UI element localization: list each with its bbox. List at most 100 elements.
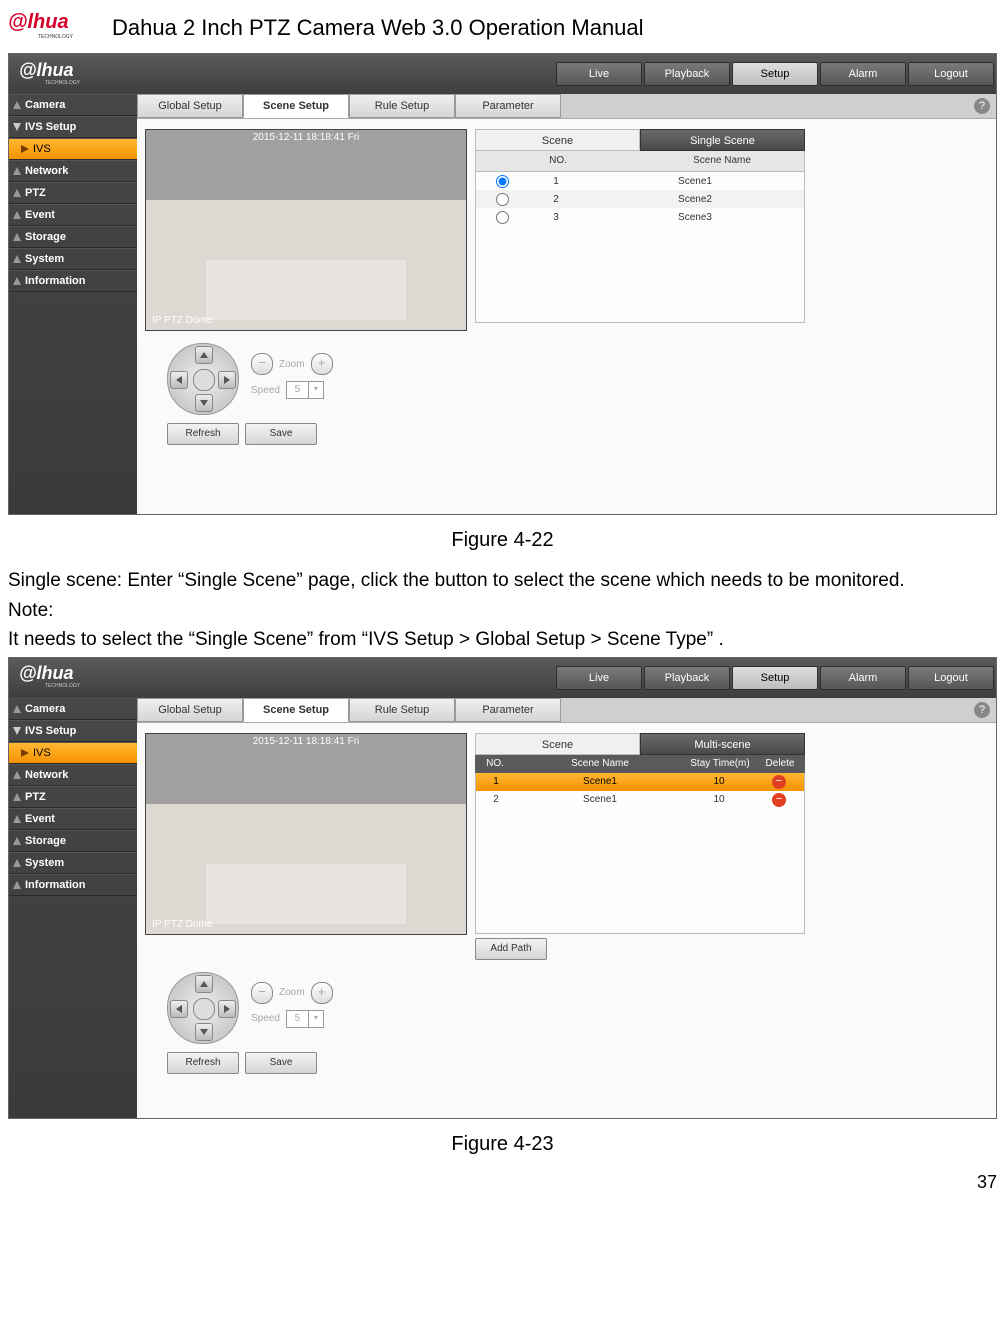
ptz-right-button[interactable] — [218, 371, 236, 389]
figure-caption-22: Figure 4-22 — [8, 529, 997, 552]
sidebar-item-event[interactable]: Event — [9, 808, 137, 830]
subtab-rule-setup[interactable]: Rule Setup — [349, 698, 455, 722]
sidebar-item-network[interactable]: Network — [9, 160, 137, 182]
zoom-out-button[interactable]: − — [251, 982, 273, 1004]
multi-scene-row[interactable]: 1 Scene1 10 − — [476, 773, 804, 791]
zoom-in-button[interactable]: + — [311, 353, 333, 375]
sidebar-item-ptz[interactable]: PTZ — [9, 786, 137, 808]
figure-caption-23: Figure 4-23 — [8, 1133, 997, 1156]
sidebar-item-ptz[interactable]: PTZ — [9, 182, 137, 204]
sidebar-label: Camera — [25, 703, 65, 715]
scene-row[interactable]: 3 Scene3 — [476, 208, 804, 226]
chevron-down-icon: ▾ — [308, 382, 323, 398]
document-header: @lhua TECHNOLOGY Dahua 2 Inch PTZ Camera… — [8, 8, 997, 47]
svg-text:@lhua: @lhua — [8, 11, 69, 33]
speed-select[interactable]: 5▾ — [286, 381, 324, 399]
subtab-parameter[interactable]: Parameter — [455, 698, 561, 722]
ptz-left-button[interactable] — [170, 371, 188, 389]
ptz-up-button[interactable] — [195, 975, 213, 993]
sidebar-item-ivs[interactable]: IVS — [9, 138, 137, 160]
sidebar-item-ivs[interactable]: IVS — [9, 742, 137, 764]
scene-header-label: Scene — [475, 129, 640, 151]
sidebar-item-ivs-setup[interactable]: IVS Setup — [9, 720, 137, 742]
sidebar-item-network[interactable]: Network — [9, 764, 137, 786]
sidebar-item-system[interactable]: System — [9, 248, 137, 270]
sidebar-item-storage[interactable]: Storage — [9, 830, 137, 852]
app-top-bar: @lhuaTECHNOLOGY Live Playback Setup Alar… — [9, 658, 996, 698]
zoom-out-button[interactable]: − — [251, 353, 273, 375]
row-stay: 10 — [684, 776, 754, 787]
svg-text:TECHNOLOGY: TECHNOLOGY — [45, 80, 81, 86]
save-button[interactable]: Save — [245, 1052, 317, 1074]
svg-text:@lhua: @lhua — [19, 60, 74, 80]
ptz-center-button[interactable] — [193, 369, 215, 391]
scene-row[interactable]: 2 Scene2 — [476, 190, 804, 208]
subtab-scene-setup[interactable]: Scene Setup — [243, 698, 349, 722]
topnav-playback[interactable]: Playback — [644, 62, 730, 86]
sidebar-item-camera[interactable]: Camera — [9, 698, 137, 720]
col-delete: Delete — [755, 755, 805, 773]
multi-scene-list: 1 Scene1 10 − 2 Scene1 10 − — [475, 773, 805, 934]
topnav-live[interactable]: Live — [556, 62, 642, 86]
scene-no: 1 — [526, 176, 586, 187]
topnav-alarm[interactable]: Alarm — [820, 666, 906, 690]
save-button[interactable]: Save — [245, 423, 317, 445]
paragraph-single-scene: Single scene: Enter “Single Scene” page,… — [8, 568, 997, 594]
ptz-center-button[interactable] — [193, 998, 215, 1020]
refresh-button[interactable]: Refresh — [167, 423, 239, 445]
scene-radio[interactable] — [496, 211, 509, 224]
col-name: Scene Name — [515, 755, 685, 773]
delete-icon[interactable]: − — [772, 775, 786, 789]
help-icon[interactable]: ? — [974, 98, 990, 114]
subtab-global-setup[interactable]: Global Setup — [137, 94, 243, 118]
topnav-logout[interactable]: Logout — [908, 666, 994, 690]
sidebar: Camera IVS Setup IVS Network PTZ Event S… — [9, 698, 137, 1118]
subtab-scene-setup[interactable]: Scene Setup — [243, 94, 349, 118]
scene-radio[interactable] — [496, 175, 509, 188]
speed-label: Speed — [251, 385, 280, 396]
speed-label: Speed — [251, 1013, 280, 1024]
topnav-playback[interactable]: Playback — [644, 666, 730, 690]
topnav-setup[interactable]: Setup — [732, 666, 818, 690]
multi-scene-row[interactable]: 2 Scene1 10 − — [476, 791, 804, 809]
sidebar-item-event[interactable]: Event — [9, 204, 137, 226]
help-icon[interactable]: ? — [974, 702, 990, 718]
sidebar-item-information[interactable]: Information — [9, 874, 137, 896]
zoom-in-button[interactable]: + — [311, 982, 333, 1004]
topnav-setup[interactable]: Setup — [732, 62, 818, 86]
sidebar-label: Network — [25, 769, 68, 781]
ptz-up-button[interactable] — [195, 346, 213, 364]
svg-text:TECHNOLOGY: TECHNOLOGY — [38, 34, 74, 40]
svg-text:TECHNOLOGY: TECHNOLOGY — [45, 683, 81, 689]
ptz-down-button[interactable] — [195, 1023, 213, 1041]
sidebar-item-information[interactable]: Information — [9, 270, 137, 292]
subtab-rule-setup[interactable]: Rule Setup — [349, 94, 455, 118]
topnav-live[interactable]: Live — [556, 666, 642, 690]
subtab-parameter[interactable]: Parameter — [455, 94, 561, 118]
sidebar-item-camera[interactable]: Camera — [9, 94, 137, 116]
video-preview: 2015-12-11 18:18:41 Fri IP PTZ Dome — [145, 129, 467, 331]
subtab-global-setup[interactable]: Global Setup — [137, 698, 243, 722]
scene-row[interactable]: 1 Scene1 — [476, 172, 804, 190]
sidebar-item-ivs-setup[interactable]: IVS Setup — [9, 116, 137, 138]
note-text: It needs to select the “Single Scene” fr… — [8, 627, 997, 653]
refresh-button[interactable]: Refresh — [167, 1052, 239, 1074]
topnav-alarm[interactable]: Alarm — [820, 62, 906, 86]
sidebar-label: Network — [25, 165, 68, 177]
delete-icon[interactable]: − — [772, 793, 786, 807]
scene-radio[interactable] — [496, 193, 509, 206]
zoom-label: Zoom — [279, 987, 305, 998]
ptz-right-button[interactable] — [218, 1000, 236, 1018]
speed-select[interactable]: 5▾ — [286, 1010, 324, 1028]
sidebar-label: IVS Setup — [25, 121, 76, 133]
multi-scene-columns: NO. Scene Name Stay Time(m) Delete — [475, 755, 805, 773]
topnav-logout[interactable]: Logout — [908, 62, 994, 86]
scene-mode-label: Multi-scene — [640, 733, 805, 755]
ptz-left-button[interactable] — [170, 1000, 188, 1018]
sidebar-item-system[interactable]: System — [9, 852, 137, 874]
row-no: 2 — [476, 794, 516, 805]
add-path-button[interactable]: Add Path — [475, 938, 547, 960]
ptz-controls: − Zoom + Speed 5▾ — [137, 966, 996, 1048]
sidebar-item-storage[interactable]: Storage — [9, 226, 137, 248]
ptz-down-button[interactable] — [195, 394, 213, 412]
